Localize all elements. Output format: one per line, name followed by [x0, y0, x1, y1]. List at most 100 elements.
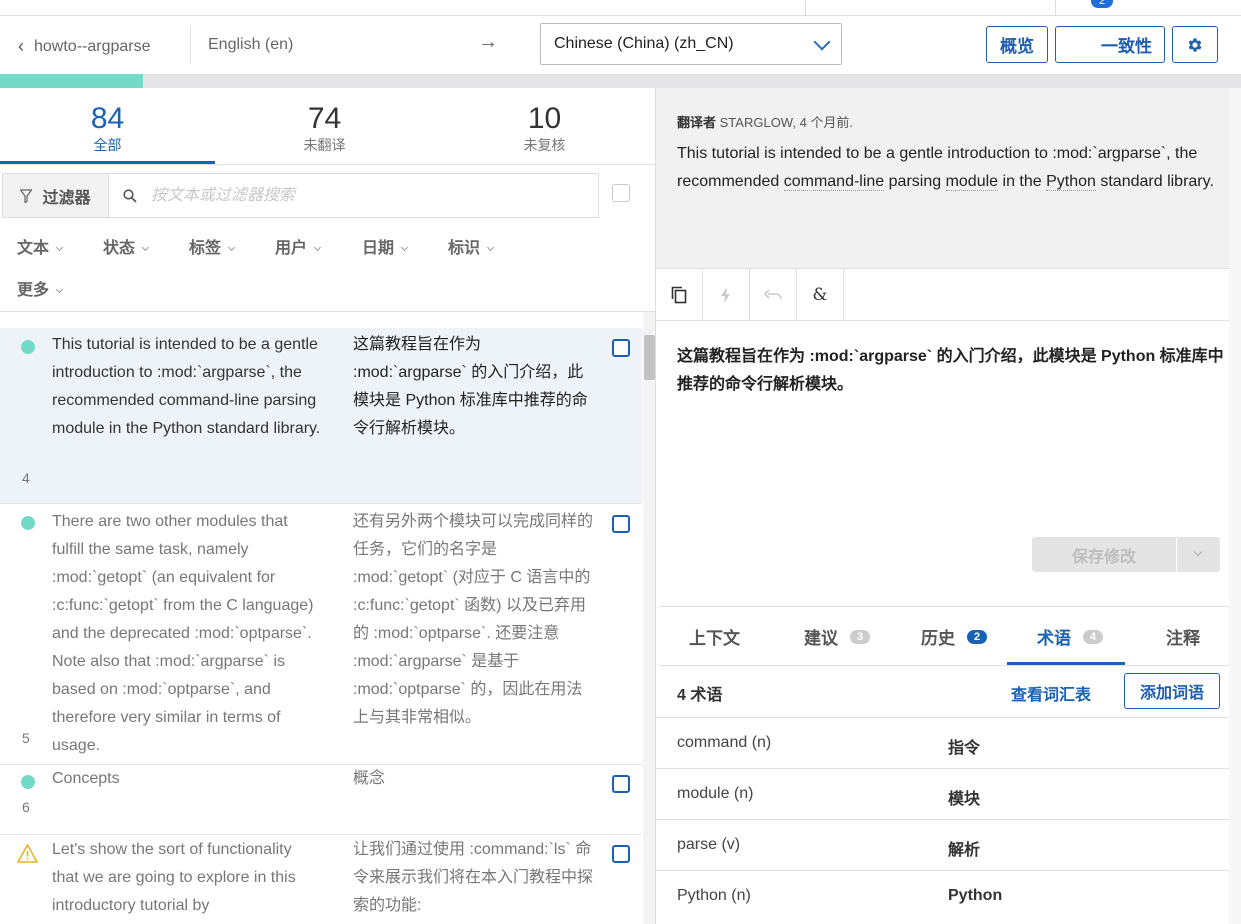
source-text-part: standard library.: [1095, 173, 1214, 190]
translation-editor[interactable]: 这篇教程旨在作为 :mod:`argparse` 的入门介绍，此模块是 Pyth…: [677, 343, 1225, 399]
chevron-down-icon: [141, 243, 150, 252]
dropdown-label: 更多: [17, 282, 50, 299]
tab-suggestions[interactable]: 建议 3: [804, 624, 870, 649]
chevron-down-icon: [55, 285, 64, 294]
divider: [659, 665, 1229, 666]
glossary-term-highlight[interactable]: command-line: [783, 173, 885, 191]
divider: [805, 0, 806, 16]
special-characters-button[interactable]: &: [797, 269, 844, 320]
glossary-translation[interactable]: 指令: [948, 734, 980, 758]
tab-label: 建议: [804, 629, 838, 648]
filter-tags-dropdown[interactable]: 标签: [189, 234, 236, 258]
editor-pane: 翻译者 STARGLOW, 4 个月前. This tutorial is in…: [656, 88, 1241, 924]
filter-button[interactable]: 过滤器: [3, 174, 109, 217]
glossary-row: module (n) 模块: [656, 768, 1229, 819]
unit-number: 4: [22, 470, 30, 486]
tab-context[interactable]: 上下文: [689, 624, 740, 649]
glossary-term-highlight[interactable]: module: [945, 173, 999, 191]
tab-label: 历史: [921, 629, 955, 648]
unit-checkbox[interactable]: [612, 515, 630, 533]
filter-search-bar: 过滤器: [2, 173, 599, 218]
stat-label: 全部: [93, 137, 122, 153]
filter-date-dropdown[interactable]: 日期: [362, 234, 409, 258]
status-dot-translated: [21, 340, 35, 354]
stat-number: 74: [307, 102, 342, 135]
filter-text-dropdown[interactable]: 文本: [17, 234, 64, 258]
glossary-row: Python (n) Python: [656, 870, 1229, 921]
stat-untranslated[interactable]: 74 未翻译: [217, 102, 432, 154]
component-name: howto--argparse: [34, 37, 151, 55]
select-all-checkbox[interactable]: [612, 184, 630, 202]
glossary-translation[interactable]: 模块: [948, 785, 980, 809]
source-text-part: parsing: [884, 173, 946, 190]
unit-number: 6: [22, 799, 30, 815]
filter-flags-dropdown[interactable]: 标识: [448, 234, 495, 258]
scrollbar-thumb[interactable]: [644, 335, 655, 380]
glossary-row: parse (v) 解析: [656, 819, 1229, 870]
unit-source-text: Let's show the sort of functionality tha…: [52, 841, 296, 914]
settings-button[interactable]: [1172, 26, 1218, 63]
gear-icon: [1188, 37, 1202, 52]
meta-user[interactable]: STARGLOW: [720, 115, 793, 130]
undo-button[interactable]: [750, 269, 797, 320]
back-link[interactable]: ‹ howto--argparse: [18, 36, 151, 57]
tab-count-badge: 4: [1083, 629, 1103, 644]
unit-checkbox[interactable]: [612, 845, 630, 863]
unit-number: 5: [22, 730, 30, 746]
view-glossary-link[interactable]: 查看词汇表: [1011, 681, 1091, 705]
glossary-translation[interactable]: 解析: [948, 836, 980, 860]
save-options-dropdown[interactable]: [1177, 537, 1220, 572]
unit-target-text: 让我们通过使用 :command:`ls` 命令来展示我们将在本入门教程中探索的…: [353, 841, 594, 914]
machine-translate-button[interactable]: [703, 269, 750, 320]
consistency-button[interactable]: 一致性: [1055, 26, 1165, 63]
filter-status-dropdown[interactable]: 状态: [103, 234, 150, 258]
glossary-term: Python (n): [677, 887, 751, 904]
unit-target-text: 这篇教程旨在作为 :mod:`argparse` 的入门介绍，此模块是 Pyth…: [353, 336, 588, 437]
tab-comments[interactable]: 注释: [1166, 624, 1200, 649]
filter-user-dropdown[interactable]: 用户: [275, 234, 322, 258]
status-dot-translated: [21, 516, 35, 530]
stat-number: 10: [527, 102, 562, 135]
editor-header: ‹ howto--argparse English (en) → Chinese…: [0, 16, 1241, 74]
unit-checkbox[interactable]: [612, 339, 630, 357]
glossary-term: command (n): [677, 734, 772, 751]
filter-more-dropdown[interactable]: 更多: [17, 276, 64, 300]
glossary-term-highlight[interactable]: Python: [1046, 173, 1096, 191]
unit-list-scrollbar[interactable]: [643, 312, 655, 924]
unit-source-text: Concepts: [52, 770, 120, 787]
source-text: This tutorial is intended to be a gentle…: [677, 140, 1217, 196]
add-term-button[interactable]: 添加词语: [1124, 673, 1220, 709]
stat-unreviewed[interactable]: 10 未复核: [437, 102, 652, 154]
unit-row[interactable]: 5 There are two other modules that fulfi…: [0, 504, 642, 765]
tab-history[interactable]: 历史 2: [921, 624, 987, 649]
notification-badge[interactable]: 2: [1091, 0, 1113, 8]
tab-label: 术语: [1037, 629, 1071, 648]
stat-all[interactable]: 84 全部: [0, 102, 215, 154]
search-icon: [123, 188, 137, 203]
search-input[interactable]: [151, 186, 571, 205]
editor-scrollbar[interactable]: [1229, 88, 1241, 924]
save-changes-button[interactable]: 保存修改: [1032, 537, 1176, 572]
stat-label: 未复核: [523, 137, 566, 153]
divider: [659, 606, 1229, 607]
chevron-down-icon: [400, 243, 409, 252]
tab-count-badge: 3: [850, 629, 870, 644]
meta-prefix: 翻译者: [677, 115, 717, 130]
overview-button[interactable]: 概览: [986, 26, 1048, 63]
source-language: English (en): [208, 36, 294, 53]
target-language-select[interactable]: Chinese (China) (zh_CN): [540, 23, 842, 65]
filter-button-label: 过滤器: [42, 189, 91, 207]
copy-icon: [671, 286, 687, 303]
tab-glossary[interactable]: 术语 4: [1037, 624, 1103, 649]
unit-checkbox[interactable]: [612, 775, 630, 793]
unit-row[interactable]: 4 This tutorial is intended to be a gent…: [0, 328, 642, 504]
divider: [190, 26, 191, 64]
undo-icon: [764, 288, 782, 299]
unit-row[interactable]: Let's show the sort of functionality tha…: [0, 835, 642, 924]
unit-row[interactable]: 6 Concepts 概念: [0, 765, 642, 835]
glossary-translation[interactable]: Python: [948, 887, 1002, 905]
copy-source-button[interactable]: [656, 269, 703, 320]
dropdown-label: 日期: [362, 240, 395, 257]
source-text-part: in the: [998, 173, 1047, 190]
editor-toolbar: &: [656, 269, 1229, 321]
